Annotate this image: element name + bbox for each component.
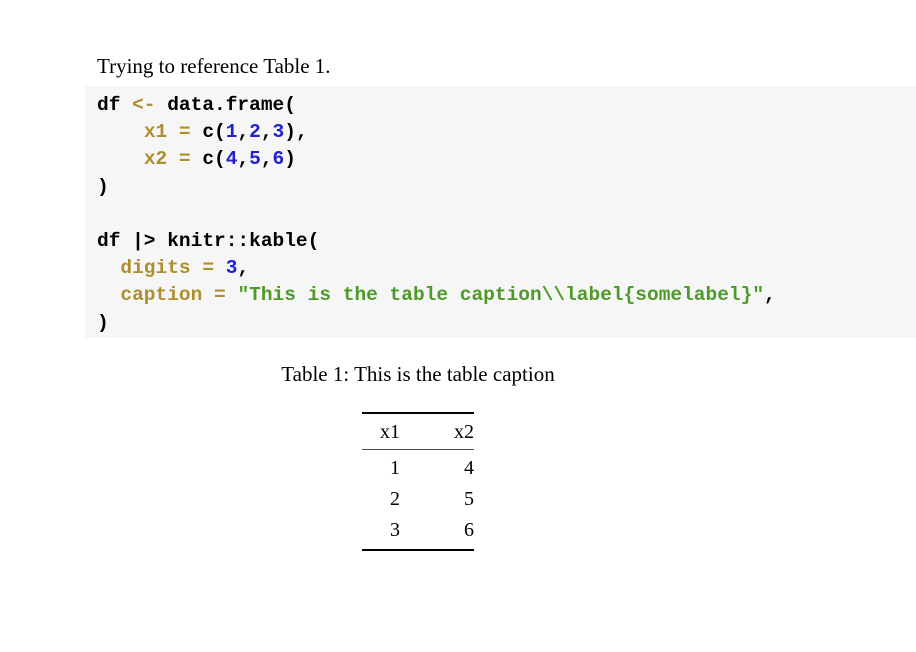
code-token-plain: ) — [97, 311, 109, 334]
code-token-number: 1 — [225, 121, 238, 144]
table-head: x1 x2 — [362, 412, 474, 450]
code-token-plain: , — [260, 148, 273, 171]
table-cell-x2: 6 — [400, 515, 474, 551]
code-token-plain: c( — [190, 148, 226, 171]
table-container: x1 x2 142536 — [0, 412, 916, 551]
code-token-identifier: x2 — [143, 148, 168, 171]
table-row: 25 — [362, 484, 474, 515]
code-token-identifier: <- — [132, 94, 156, 116]
code-token-plain: , — [260, 121, 273, 144]
table-cell-x2: 4 — [464, 457, 474, 479]
table-header-cell-x2: x2 — [400, 412, 474, 450]
table-caption: Table 1: This is the table caption — [281, 362, 555, 386]
code-token-number: 6 — [272, 148, 285, 171]
code-token-plain: df — [97, 94, 133, 116]
table-cell-x1: 2 — [390, 488, 400, 510]
code-token-identifier: = — [178, 148, 191, 171]
code-token-plain: c( — [190, 121, 226, 144]
paragraph-text: Trying to reference Table 1. — [97, 54, 331, 78]
table-row: 14 — [362, 450, 474, 485]
code-token-plain: df |> knitr::kable( — [97, 230, 320, 253]
code-token-string: "This is the table caption\\label{somela… — [237, 284, 765, 307]
code-token-plain: ), — [284, 121, 308, 144]
code-token-identifier: x1 — [143, 121, 168, 144]
code-token-plain: , — [764, 284, 776, 307]
table-row: 36 — [362, 515, 474, 551]
code-token-number: 3 — [225, 257, 238, 280]
code-token-plain: ) — [97, 175, 109, 198]
table-cell-x1: 3 — [362, 515, 400, 551]
table-cell-x2: 5 — [464, 488, 474, 510]
data-table: x1 x2 142536 — [362, 412, 474, 551]
code-token-number: 4 — [225, 148, 238, 171]
table-header-cell-x1: x1 — [362, 412, 400, 450]
code-token-identifier: = — [214, 284, 226, 307]
code-token-plain: , — [237, 257, 250, 280]
code-token-number: 5 — [249, 148, 261, 171]
table-cell-x1: 1 — [390, 457, 400, 479]
code-token-plain: ) — [284, 148, 296, 171]
code-token-plain: , — [237, 121, 250, 144]
code-token-number: 2 — [249, 121, 261, 144]
code-token-plain: data.frame( — [155, 94, 296, 116]
table-body: 142536 — [362, 450, 474, 551]
code-token-identifier: caption — [120, 284, 203, 307]
code-token-identifier: = — [202, 257, 215, 280]
code-block: df <- data.frame( x1 = c(1,2,3), x2 = c(… — [85, 86, 916, 338]
code-token-identifier: digits — [120, 257, 191, 280]
code-token-plain: , — [237, 148, 250, 171]
table-figure: Table 1: This is the table caption x1 x2… — [0, 360, 916, 551]
table-header-row: x1 x2 — [362, 412, 474, 450]
code-token-identifier: = — [178, 121, 191, 144]
code-token-number: 3 — [272, 121, 285, 144]
code-block-content: df <- data.frame( x1 = c(1,2,3), x2 = c(… — [97, 92, 916, 337]
